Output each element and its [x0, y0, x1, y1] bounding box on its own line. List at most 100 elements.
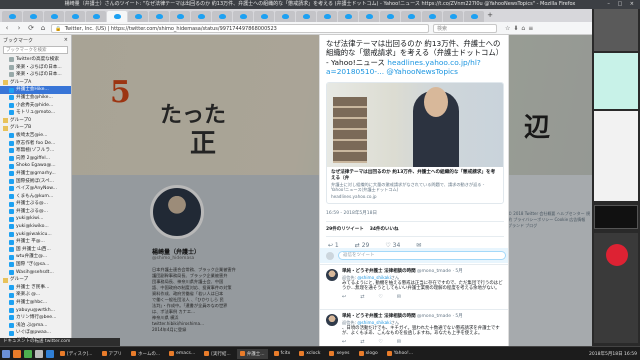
reply-like-button[interactable]: ♡ [378, 339, 382, 345]
xeyes-window[interactable] [594, 205, 638, 229]
taskbar-task[interactable]: xeyes [326, 349, 352, 359]
link-card[interactable]: なぜ法律テーマは出回るのか 約13万件、弁護士への組織的な「懲戒請求」を考える（… [326, 81, 504, 204]
clock[interactable]: 2018年5月18日 16:59 [589, 351, 637, 357]
bookmark-item[interactable]: yuki@iwakicu... [0, 231, 71, 239]
browser-tab[interactable] [296, 11, 316, 22]
bookmark-item[interactable]: 浅泊 ぶ@ma... [0, 322, 71, 330]
bookmark-item[interactable]: 楽楽・ぶちぼの日本... [0, 71, 71, 79]
browser-tab[interactable] [359, 11, 379, 22]
retweet-count[interactable]: 29件のリツイート [326, 226, 364, 232]
reply-tweet[interactable]: 単純・どうぞ弁護士 法律相談の時間 @mono_tmade · 5月 返信先: … [320, 264, 508, 300]
bookmark-item[interactable]: 楽楽ぶ @... [0, 291, 71, 299]
taskbar-task[interactable]: Yahoo!... [384, 349, 416, 359]
bookmark-item[interactable]: カリン博行@bee... [0, 314, 71, 322]
reply-author[interactable]: 単純・どうぞ弁護士 法律相談の時間 [342, 314, 416, 319]
browser-tab[interactable] [443, 11, 463, 22]
menu-icon[interactable]: ≡ [528, 25, 533, 32]
back-button[interactable]: ‹ [3, 23, 11, 33]
bookmark-item[interactable]: yabuyu@wrtkh... [0, 307, 71, 315]
bookmark-item[interactable]: くまもん@kum... [0, 193, 71, 201]
terminal-launcher-icon[interactable] [24, 349, 32, 358]
taskbar-task[interactable]: アプリ [99, 349, 126, 359]
editor-launcher-icon[interactable] [46, 349, 54, 358]
bookmark-item[interactable]: 原志作者 foo De... [0, 140, 71, 148]
side-window-thumbnail[interactable] [594, 53, 638, 109]
side-window-thumbnail[interactable] [594, 9, 638, 51]
bookmark-item[interactable]: yuki@kiwi... [0, 215, 71, 223]
browser-tab[interactable] [212, 11, 232, 22]
taskbar-task[interactable]: 弁護士... [236, 348, 268, 359]
taskbar-task[interactable]: ホームの... [128, 349, 163, 359]
bookmark-item[interactable]: 弁護士ぶる@... [0, 200, 71, 208]
url-bar[interactable]: 🔒 Twitter, Inc. (US) | https://twitter.c… [51, 23, 429, 33]
bookmark-item[interactable]: ベイズ@AnyNow... [0, 185, 71, 193]
reply-reply-button[interactable]: ↩ [342, 339, 346, 345]
bookmark-item[interactable]: 弁護士会@hike... [0, 94, 71, 102]
browser-tab[interactable] [233, 11, 253, 22]
reply-dm-button[interactable]: ✉ [397, 294, 401, 300]
browser-tab[interactable] [107, 11, 127, 22]
reply-retweet-button[interactable]: ⇄ [360, 294, 364, 300]
bookmark-item[interactable]: 国際技術ぼ(スペ... [0, 178, 71, 186]
reply-handle[interactable]: @mono_tmade · 5月 [417, 314, 463, 319]
new-tab-button[interactable]: + [485, 9, 495, 22]
browser-tab[interactable] [464, 11, 484, 22]
bookmark-item[interactable]: 板崎太吉@ie... [0, 132, 71, 140]
search-bar[interactable]: 検索 [433, 23, 497, 33]
window-controls[interactable]: – □ × [607, 0, 637, 9]
browser-tab[interactable] [170, 11, 190, 22]
bookmark-item[interactable]: 向原 2@giffel... [0, 155, 71, 163]
reply-dm-button[interactable]: ✉ [397, 339, 401, 345]
reply-to-user[interactable]: @shimo_shikaki [357, 275, 390, 280]
taskbar-task[interactable]: xclock [296, 349, 323, 359]
browser-tab[interactable] [86, 11, 106, 22]
bookmark-folder[interactable]: グループ0 [0, 117, 71, 125]
sidebar-close-button[interactable]: × [64, 37, 68, 43]
reply-to-user[interactable]: @shimo_shikaki [357, 320, 390, 325]
bookmark-folder[interactable]: グループA [0, 79, 71, 87]
bookmark-item[interactable]: 弁護士ぶる@... [0, 208, 71, 216]
bookmark-item[interactable]: モトリュ@moto... [0, 109, 71, 117]
reply-author[interactable]: 単純・どうぞ弁護士 法律相談の時間 [342, 269, 416, 274]
reply-handle[interactable]: @mono_tmade · 5月 [417, 269, 463, 274]
xlogo-window[interactable] [606, 244, 628, 266]
reply-avatar[interactable] [326, 314, 338, 326]
like-count[interactable]: 34件のいいね [370, 226, 399, 232]
browser-tab[interactable] [149, 11, 169, 22]
reply-input[interactable]: 返信をツイート [338, 251, 506, 260]
side-window-thumbnail[interactable] [594, 111, 638, 201]
browser-tab[interactable] [254, 11, 274, 22]
taskbar-task[interactable]: emacs... [166, 349, 198, 359]
taskbar-task[interactable]: [ディスク]... [57, 349, 96, 359]
reload-button[interactable]: ⟳ [27, 23, 35, 33]
bookmark-item[interactable]: 弁護士 ぎ民事... [0, 284, 71, 292]
bookmark-item[interactable]: 弁護士会Hike... [0, 86, 71, 94]
browser-tab[interactable] [128, 11, 148, 22]
browser-tab[interactable] [317, 11, 337, 22]
bookmark-item[interactable]: 弁護士 平@... [0, 238, 71, 246]
taskbar-task[interactable]: fcitx [271, 349, 294, 359]
reply-tweet[interactable]: 単純・どうぞ弁護士 法律相談の時間 @mono_tmade · 5月 返信先: … [320, 309, 508, 345]
bookmark-item[interactable]: いぐぼ@pwaa... [0, 329, 71, 337]
reply-avatar[interactable] [326, 269, 338, 281]
bookmark-item[interactable]: yuki@kiwiko... [0, 223, 71, 231]
app-menu-icon[interactable] [2, 349, 10, 358]
browser-tab[interactable] [422, 11, 442, 22]
bookmark-item[interactable]: 小倉秀夫@hide... [0, 102, 71, 110]
bookmark-search-input[interactable]: ブックマークを検索 [3, 46, 68, 54]
forward-button[interactable]: › [15, 23, 23, 33]
tweet-mention[interactable]: @YahooNewsTopics [386, 67, 458, 76]
bookmark-item[interactable]: wtu弁護士@... [0, 253, 71, 261]
taskbar-task[interactable]: [実行結... [201, 349, 234, 359]
browser-tab[interactable] [65, 11, 85, 22]
bookmark-item[interactable]: 国際 "ぎ(@sa... [0, 261, 71, 269]
browser-tab[interactable] [191, 11, 211, 22]
home-icon[interactable]: ⌂ [521, 25, 525, 32]
reply-retweet-button[interactable]: ⇄ [360, 339, 364, 345]
bookmark-item[interactable]: 弁護士@hbc... [0, 299, 71, 307]
bookmark-item[interactable]: 寒無極(ゾフルラ... [0, 147, 71, 155]
bookmark-item[interactable]: 弁護士@gmarhy... [0, 170, 71, 178]
browser-tab[interactable] [380, 11, 400, 22]
browser-tab[interactable] [338, 11, 358, 22]
reply-like-button[interactable]: ♡ [378, 294, 382, 300]
